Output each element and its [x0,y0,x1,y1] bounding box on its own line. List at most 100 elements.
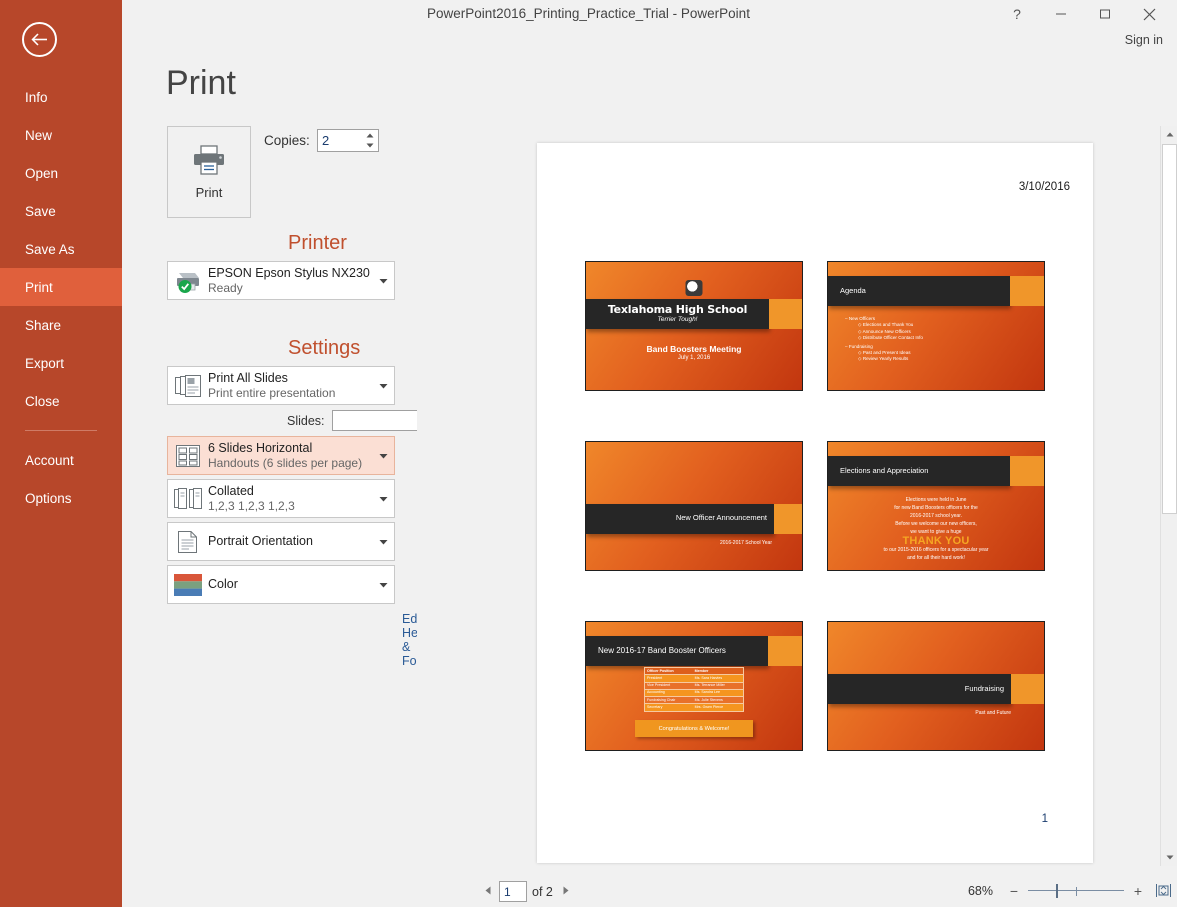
printer-icon [192,145,226,175]
body-line: Elections were held in June [828,496,1044,504]
collate-icon [168,488,208,510]
orientation-select[interactable]: Portrait Orientation [167,522,395,561]
handout-layout-select[interactable]: 6 Slides Horizontal Handouts (6 slides p… [167,436,395,475]
scroll-down-arrow-icon[interactable] [1161,849,1177,866]
congratulations-banner: Congratulations & Welcome! [635,720,753,737]
back-button[interactable] [22,22,57,57]
table-row: President Ms. Sara Harvies [645,675,744,682]
print-range-select[interactable]: Print All Slides Print entire presentati… [167,366,395,405]
print-button[interactable]: Print [167,126,251,218]
chevron-down-icon[interactable] [372,494,394,504]
sidebar-item-export[interactable]: Export [0,344,122,382]
copies-stepper[interactable] [317,129,379,152]
slide-title: Elections and Appreciation [840,466,928,475]
table-cell: Ms. Terrance Miller [693,682,744,689]
zoom-slider-handle[interactable] [1056,884,1058,898]
slide-subtitle: Past and Future [828,710,1011,716]
slide-title: Agenda [840,286,866,295]
sidebar-item-info[interactable]: Info [0,78,122,116]
slide-title: New Officer Announcement [586,513,767,522]
printer-select[interactable]: EPSON Epson Stylus NX230 Ready [167,261,395,300]
body-line: 2016-2017 school year. [828,512,1044,520]
copies-increment[interactable] [362,130,378,141]
sidebar-item-label: Close [25,394,60,409]
sidebar-item-label: Share [25,318,61,333]
table-cell: Accounting [645,689,693,696]
zoom-in-button[interactable]: + [1131,883,1145,899]
sidebar-item-save-as[interactable]: Save As [0,230,122,268]
table-cell: Ms. Julie Stevens [693,697,744,704]
chevron-down-icon[interactable] [372,537,394,547]
sidebar-item-options[interactable]: Options [0,479,122,517]
school-mascot-icon [686,280,703,296]
slide-tagline: Terrier Tough! [586,316,769,323]
table-cell: Mrs. Gwen Pierce [693,704,744,711]
setting-line1: Print All Slides [208,371,372,386]
sidebar-item-save[interactable]: Save [0,192,122,230]
setting-line2: 1,2,3 1,2,3 1,2,3 [208,499,372,514]
sidebar-item-account[interactable]: Account [0,441,122,479]
page-count-label: of 2 [532,885,553,899]
sidebar-item-label: New [25,128,52,143]
sidebar-item-label: Open [25,166,58,181]
slide-thumbnail-4[interactable]: Elections and Appreciation Elections wer… [827,441,1045,571]
copies-input[interactable] [318,130,362,151]
printer-status: Ready [208,281,372,296]
fit-to-window-icon[interactable] [1155,882,1172,899]
color-mode-select[interactable]: Color [167,565,395,604]
handout-page-number: 1 [1042,813,1048,825]
slide-bullet-list: – New Officers ◇ Elections and Thank You… [845,314,923,363]
chevron-down-icon[interactable] [372,451,394,461]
copies-decrement[interactable] [362,141,378,152]
bullet-level1: ◇ Review Yearly Results [845,356,923,362]
page-number-field[interactable] [499,881,527,902]
maximize-icon[interactable] [1083,0,1127,28]
chevron-down-icon[interactable] [372,381,394,391]
body-line: Before we welcome our new officers, [828,520,1044,528]
handout-layout-icon [168,445,208,467]
zoom-slider[interactable] [1028,884,1124,898]
slide-thumbnail-6[interactable]: Fundraising Past and Future [827,621,1045,751]
page-number-input[interactable] [500,882,526,901]
sidebar-item-print[interactable]: Print [0,268,122,306]
chevron-down-icon[interactable] [372,580,394,590]
orientation-icon [168,531,208,553]
close-icon[interactable] [1127,0,1171,28]
back-arrow-icon [30,32,49,47]
slide-body-text: Elections were held in June for new Band… [828,496,1044,562]
handout-row: Texlahoma High School Terrier Tough! Ban… [585,261,1045,391]
sidebar-item-label: Account [25,453,74,468]
sign-in-link[interactable]: Sign in [1125,33,1163,47]
slides-label: Slides: [287,414,325,428]
copies-spinner[interactable] [362,130,378,151]
next-page-button[interactable] [558,886,574,898]
bullet-level1: ◇ Distribute Officer Contact Info [845,335,923,341]
handout-row: New 2016-17 Band Booster Officers Office… [585,621,1045,751]
chevron-down-icon[interactable] [372,276,394,286]
scroll-up-arrow-icon[interactable] [1161,126,1177,143]
slide-thumbnail-2[interactable]: Agenda – New Officers ◇ Elections and Th… [827,261,1045,391]
print-settings-column: Print Print Copies: [122,0,417,907]
slide-thumbnail-3[interactable]: New Officer Announcement 2016-2017 Schoo… [585,441,803,571]
sidebar-item-close[interactable]: Close [0,382,122,420]
slide-thumbnail-5[interactable]: New 2016-17 Band Booster Officers Office… [585,621,803,751]
slide-meeting-date: July 1, 2016 [586,355,802,361]
minimize-icon[interactable] [1039,0,1083,28]
sidebar-nav-list: Info New Open Save Save As Print Share E… [0,78,122,517]
body-line: and for all their hard work! [828,554,1044,562]
zoom-out-button[interactable]: − [1007,883,1021,899]
sidebar-item-new[interactable]: New [0,116,122,154]
preview-scrollbar[interactable] [1160,126,1177,866]
table-row: Secretary Mrs. Gwen Pierce [645,704,744,711]
scrollbar-thumb[interactable] [1162,144,1177,514]
previous-page-button[interactable] [480,886,496,898]
table-cell: Vice President [645,682,693,689]
preview-status-bar: of 2 68% − + [417,874,1177,907]
slide-thumbnail-1[interactable]: Texlahoma High School Terrier Tough! Ban… [585,261,803,391]
help-icon[interactable]: ? [995,0,1039,28]
collation-select[interactable]: Collated 1,2,3 1,2,3 1,2,3 [167,479,395,518]
sidebar-item-open[interactable]: Open [0,154,122,192]
slide-school-name: Texlahoma High School [586,303,769,316]
sidebar-item-share[interactable]: Share [0,306,122,344]
handout-row: New Officer Announcement 2016-2017 Schoo… [585,441,1045,571]
